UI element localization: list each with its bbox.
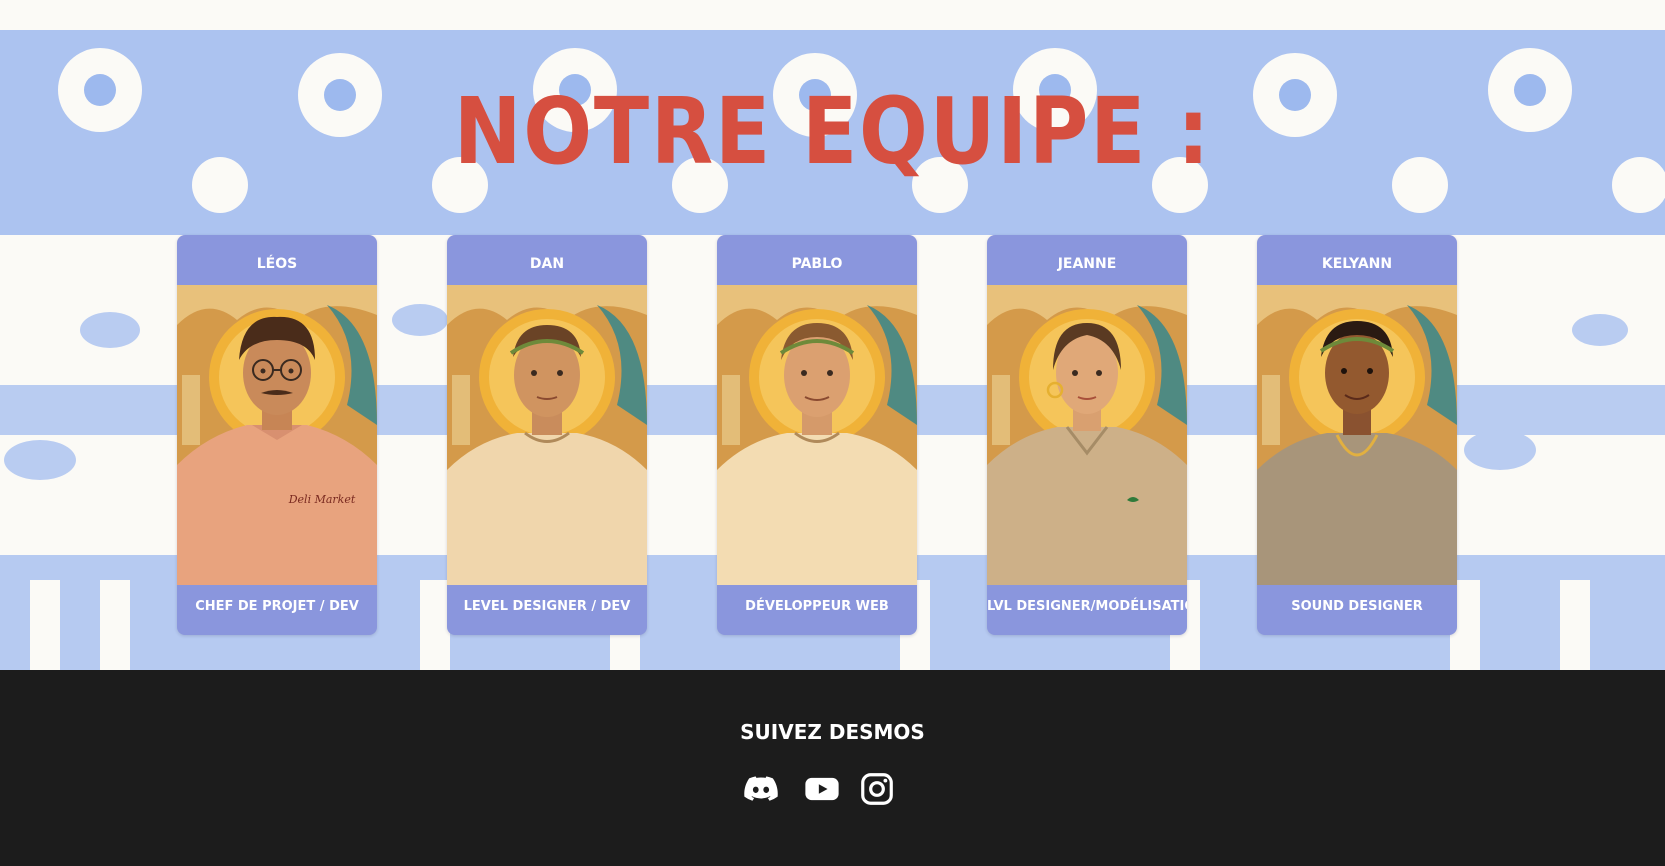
discord-link[interactable] bbox=[742, 770, 780, 808]
member-name: DAN bbox=[529, 256, 565, 272]
team-card-kelyann: KELYANN SOUND DESIGNER bbox=[1257, 235, 1457, 635]
member-portrait bbox=[447, 285, 647, 585]
member-name: JEANNE bbox=[1057, 256, 1117, 272]
member-role: CHEF DE PROJET / DEV bbox=[195, 599, 359, 614]
member-role: DÉVELOPPEUR WEB bbox=[745, 599, 889, 614]
footer-title: SUIVEZ DESMOS bbox=[740, 720, 925, 744]
team-page: NOTRE EQUIPE : LÉOS Deli Market CHEF DE … bbox=[0, 0, 1665, 866]
member-portrait bbox=[1257, 285, 1457, 585]
member-name: KELYANN bbox=[1321, 256, 1393, 272]
member-role: LVL DESIGNER/MODÉLISATION bbox=[987, 599, 1187, 614]
discord-icon bbox=[744, 776, 778, 801]
member-portrait bbox=[717, 285, 917, 585]
team-section: NOTRE EQUIPE : LÉOS Deli Market CHEF DE … bbox=[0, 0, 1665, 670]
instagram-link[interactable] bbox=[858, 770, 896, 808]
team-card-jeanne: JEANNE LVL DESIGNER/MODÉLISATION bbox=[987, 235, 1187, 635]
shirt-logo-text: Deli Market bbox=[288, 493, 356, 506]
instagram-icon bbox=[861, 773, 893, 805]
team-card-pablo: PABLO DÉVELOPPEUR WEB bbox=[717, 235, 917, 635]
page-title: NOTRE EQUIPE : bbox=[453, 78, 1212, 185]
member-portrait bbox=[987, 285, 1187, 585]
footer: SUIVEZ DESMOS bbox=[0, 670, 1665, 866]
youtube-link[interactable] bbox=[803, 770, 841, 808]
member-portrait: Deli Market bbox=[177, 285, 377, 585]
youtube-icon bbox=[805, 777, 839, 801]
team-card-dan: DAN LEVEL DESIGNER / DEV bbox=[447, 235, 647, 635]
team-card-leos: LÉOS Deli Market CHEF DE PROJET / DEV bbox=[177, 235, 377, 635]
member-name: LÉOS bbox=[256, 256, 298, 272]
member-name: PABLO bbox=[791, 256, 843, 272]
member-role: SOUND DESIGNER bbox=[1291, 599, 1423, 614]
member-role: LEVEL DESIGNER / DEV bbox=[463, 599, 631, 614]
